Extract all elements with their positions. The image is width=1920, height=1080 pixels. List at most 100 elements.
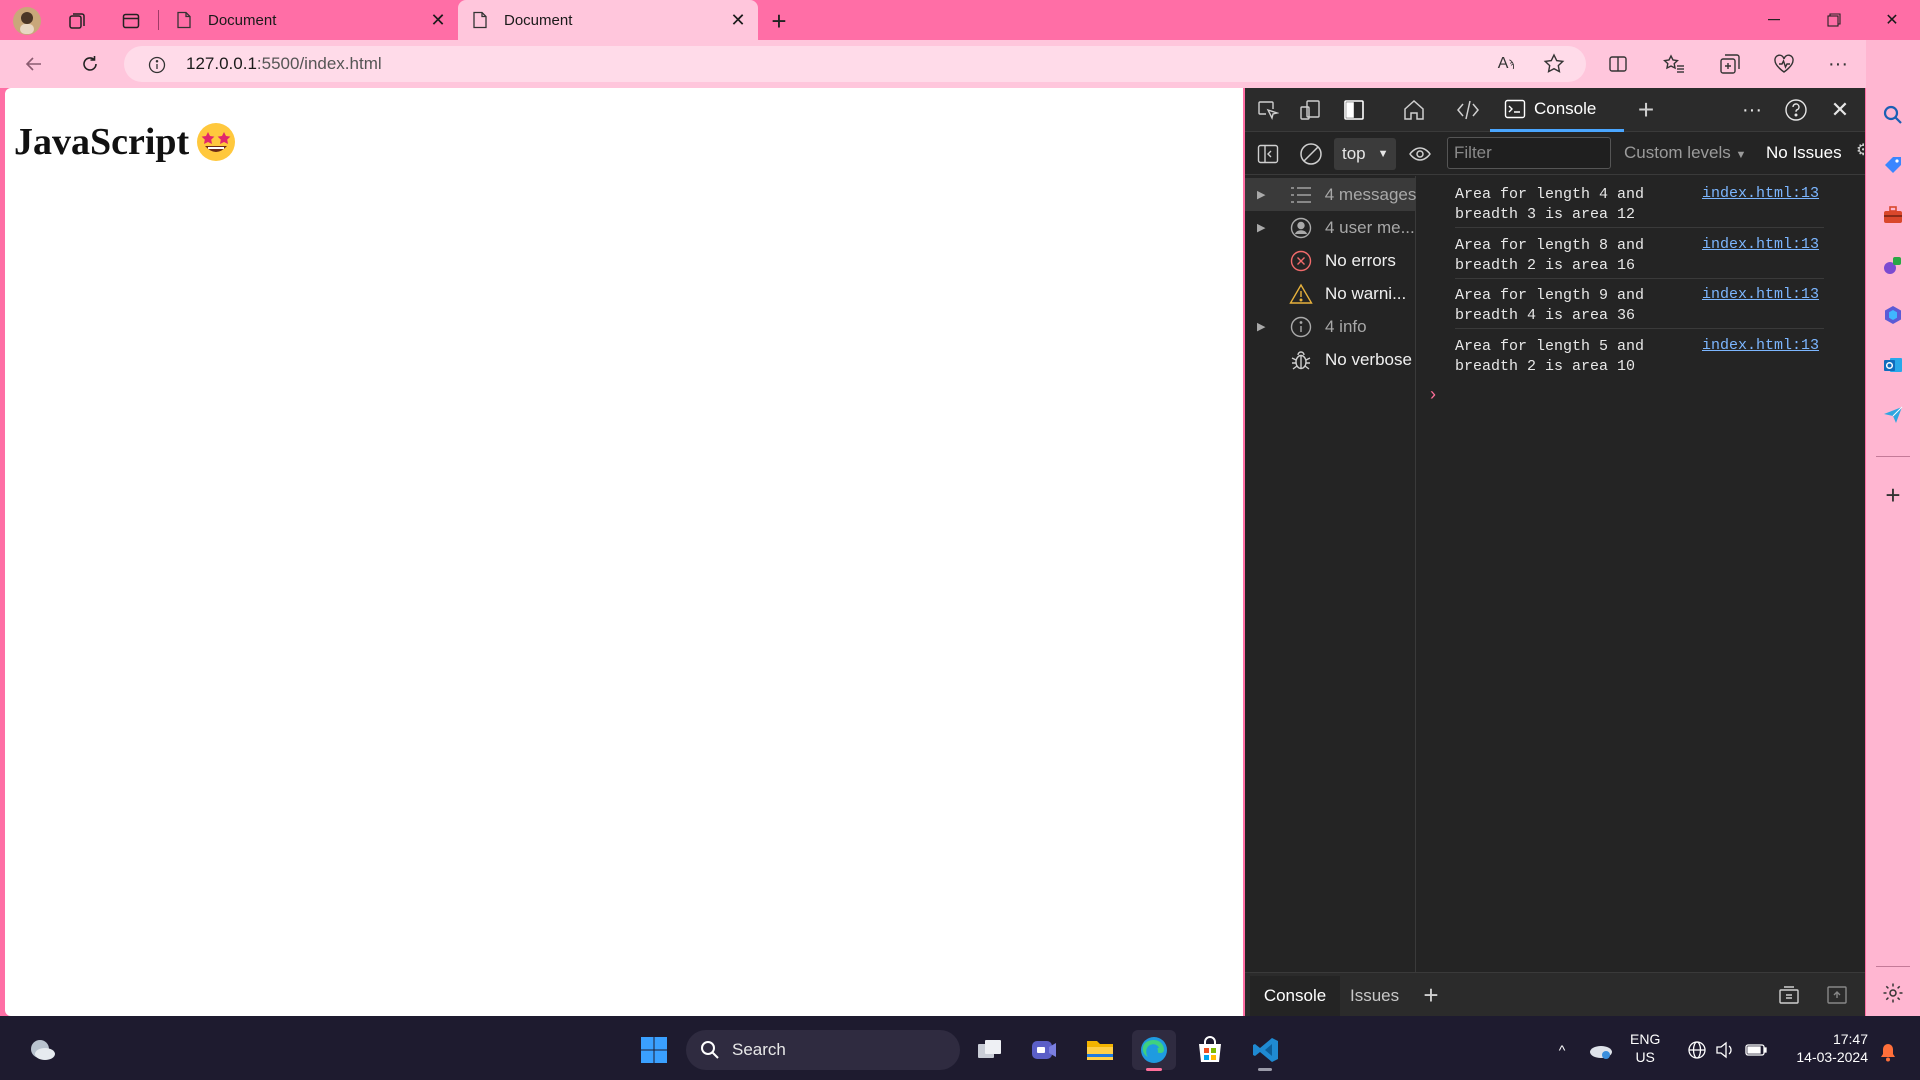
message-text: Area for length 8 and breadth 2 is area … [1455,237,1645,274]
refresh-icon[interactable] [72,46,108,82]
search-icon[interactable] [1874,96,1912,134]
quick-source-icon[interactable] [1772,978,1806,1012]
sidebar-settings-icon[interactable] [1874,974,1912,1012]
devtools-more-icon[interactable]: ··· [1734,92,1770,128]
task-view-icon[interactable] [968,1030,1012,1070]
language-indicator[interactable]: ENG US [1630,1030,1660,1066]
expand-arrow-icon[interactable]: ▶ [1257,188,1283,201]
dock-side-icon[interactable] [1336,92,1372,128]
tab-console[interactable]: Console [1490,88,1624,132]
source-link[interactable]: index.html:13 [1702,337,1819,354]
onedrive-icon[interactable] [1586,1036,1616,1064]
message-text: Area for length 9 and breadth 4 is area … [1455,287,1645,324]
taskbar-search[interactable]: Search [686,1030,960,1070]
sidebar-item-messages[interactable]: ▶ 4 messages [1245,178,1416,211]
elements-icon[interactable] [1450,92,1486,128]
source-link[interactable]: index.html:13 [1702,185,1819,202]
send-drop-icon[interactable] [1874,396,1912,434]
close-devtools-icon[interactable]: ✕ [1822,92,1858,128]
split-screen-icon[interactable] [1600,46,1636,82]
sidebar-item-info[interactable]: ▶ 4 info [1245,310,1416,343]
page-viewport [5,88,1243,1016]
tab-divider [158,10,159,30]
games-icon[interactable] [1874,246,1912,284]
sidebar-label: No errors [1325,250,1396,270]
welcome-home-icon[interactable] [1396,92,1432,128]
warning-icon [1283,283,1319,305]
tab-actions-icon[interactable] [114,4,148,38]
error-icon [1283,250,1319,272]
live-expression-eye-icon[interactable] [1402,136,1438,172]
favorites-icon[interactable] [1656,46,1692,82]
user-icon [1283,217,1319,239]
more-options-icon[interactable]: ··· [1820,46,1856,82]
sidebar-divider [1876,966,1910,967]
collections-icon[interactable] [1712,46,1748,82]
tab-label: Document [504,11,573,29]
back-icon[interactable] [16,46,52,82]
source-link[interactable]: index.html:13 [1702,286,1819,303]
notification-bell-icon[interactable] [1874,1038,1902,1066]
dock-drawer-icon[interactable] [1820,978,1854,1012]
edge-browser-icon[interactable] [1132,1030,1176,1070]
restore-icon[interactable] [1804,0,1864,40]
sidebar-label: No warni... [1325,283,1407,303]
weather-widget-icon[interactable] [22,1030,62,1070]
microsoft-store-icon[interactable] [1188,1030,1232,1070]
help-icon[interactable] [1778,92,1814,128]
search-icon [700,1040,720,1060]
settings-gear-clipped-icon[interactable]: ⚙ [1856,140,1864,166]
tab-document-2[interactable]: Document ✕ [458,0,758,40]
url-text[interactable]: 127.0.0.1:5500/index.html [186,54,382,74]
favorite-star-icon[interactable] [1536,46,1572,82]
show-hidden-icons-icon[interactable]: ^ [1548,1036,1576,1064]
network-globe-icon[interactable] [1684,1036,1710,1064]
add-panel-icon[interactable]: + [1628,92,1664,128]
workspaces-icon[interactable] [60,4,94,38]
source-link[interactable]: index.html:13 [1702,236,1819,253]
sidebar-label: 4 info [1325,316,1367,336]
filter-input[interactable] [1447,137,1611,169]
start-windows-icon[interactable] [632,1030,676,1070]
browser-essentials-icon[interactable] [1766,46,1802,82]
expand-arrow-icon[interactable]: ▶ [1257,320,1283,333]
profile-avatar[interactable] [10,4,44,38]
expand-arrow-icon[interactable]: ▶ [1257,221,1283,234]
vscode-icon[interactable] [1244,1030,1288,1070]
close-tab-icon[interactable]: ✕ [424,6,452,34]
add-sidebar-app-icon[interactable]: + [1874,476,1912,514]
new-tab-icon[interactable]: + [762,4,796,38]
issues-counter[interactable]: No Issues [1766,143,1842,163]
search-label: Search [732,1040,786,1059]
drawer-tab-issues[interactable]: Issues [1350,976,1399,1016]
sidebar-item-errors[interactable]: No errors [1245,244,1416,277]
inspect-element-icon[interactable] [1250,92,1286,128]
console-prompt-icon[interactable]: › [1430,384,1436,405]
system-clock[interactable]: 17:47 14-03-2024 [1780,1030,1868,1066]
drawer-add-icon[interactable]: + [1416,978,1446,1012]
read-aloud-icon[interactable]: Aϡ [1488,46,1524,82]
tools-toolbox-icon[interactable] [1874,196,1912,234]
microsoft-365-icon[interactable] [1874,296,1912,334]
volume-icon[interactable] [1712,1036,1738,1064]
minimize-icon[interactable] [1744,0,1804,40]
close-window-icon[interactable]: ✕ [1862,0,1920,40]
context-selector[interactable]: top ▼ [1334,138,1396,170]
drawer-tab-console[interactable]: Console [1250,976,1340,1016]
file-explorer-icon[interactable] [1078,1030,1122,1070]
outlook-icon[interactable] [1874,346,1912,384]
battery-icon[interactable] [1742,1036,1770,1064]
device-emulation-icon[interactable] [1292,92,1328,128]
sidebar-item-user-messages[interactable]: ▶ 4 user me... [1245,211,1416,244]
shopping-tag-icon[interactable] [1874,146,1912,184]
toggle-sidebar-icon[interactable] [1250,136,1286,172]
tab-document-1[interactable]: Document ✕ [168,0,458,40]
sidebar-item-verbose[interactable]: No verbose [1245,343,1416,376]
close-tab-icon[interactable]: ✕ [724,6,752,34]
sidebar-item-warnings[interactable]: No warni... [1245,277,1416,310]
site-info-icon[interactable] [144,52,170,78]
bug-icon [1283,349,1319,371]
log-levels-dropdown[interactable]: Custom levels ▼ [1624,143,1746,163]
teams-chat-icon[interactable] [1022,1030,1066,1070]
clear-console-icon[interactable] [1293,136,1329,172]
